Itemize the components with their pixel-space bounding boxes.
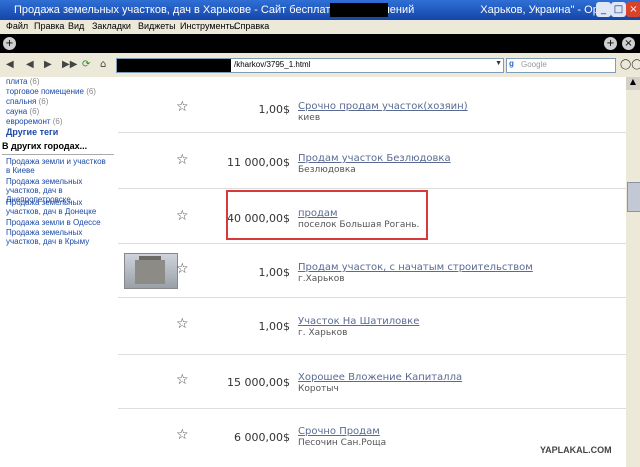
scrollbar[interactable]: ▲: [626, 77, 640, 467]
star-icon[interactable]: ☆: [176, 261, 189, 277]
city-link[interactable]: Продажа земли и участков в Киеве: [6, 157, 112, 175]
listing-price: 15 000,00$: [227, 376, 290, 389]
star-icon[interactable]: ☆: [176, 208, 189, 224]
table-row: ☆ 1,00$ Участок На Шатиловке г. Харьков: [118, 298, 626, 355]
tag-link[interactable]: плита (6): [6, 77, 40, 86]
back-icon[interactable]: ◀: [6, 59, 14, 70]
listing-location: Безлюдовка: [298, 165, 356, 175]
tag-link[interactable]: евроремонт (6): [6, 117, 63, 126]
new-tab-icon[interactable]: +: [3, 37, 16, 50]
listing-title[interactable]: Срочно продам участок(хозяин): [298, 101, 468, 112]
add-tab-icon[interactable]: +: [604, 37, 617, 50]
tag-link[interactable]: сауна (6): [6, 107, 39, 116]
sidebar: плита (6) торговое помещение (6) спальня…: [0, 77, 119, 467]
search-placeholder: Google: [521, 60, 547, 69]
menu-edit[interactable]: Правка: [34, 21, 64, 31]
city-link[interactable]: Продажа земельных участков, дач в Крыму: [6, 228, 112, 246]
forward-icon[interactable]: ◀: [26, 59, 34, 70]
home-icon[interactable]: ⌂: [100, 59, 106, 70]
listing-location: г. Харьков: [298, 328, 348, 338]
table-row: ☆ 1,00$ Срочно продам участок(хозяин) ки…: [118, 80, 626, 133]
scrollbar-thumb[interactable]: [627, 182, 640, 212]
reload-icon[interactable]: ⟳: [82, 59, 90, 70]
search-input[interactable]: g Google: [506, 58, 616, 73]
tag-link[interactable]: торговое помещение (6): [6, 87, 96, 96]
listing-title[interactable]: Продам участок Безлюдовка: [298, 153, 451, 164]
redacted-block: [330, 3, 388, 17]
menu-widgets[interactable]: Виджеты: [138, 21, 176, 31]
menu-bookmarks[interactable]: Закладки: [92, 21, 131, 31]
table-row: ☆ 1,00$ Продам участок, с начатым строит…: [118, 244, 626, 298]
scroll-up-icon[interactable]: ▲: [626, 77, 640, 90]
table-row: ☆ 11 000,00$ Продам участок Безлюдовка Б…: [118, 135, 626, 189]
city-link[interactable]: Продажа земли в Одессе: [6, 218, 112, 227]
city-link[interactable]: Продажа земельных участков, дач в Донецк…: [6, 198, 112, 216]
star-icon[interactable]: ☆: [176, 316, 189, 332]
toolbar: ◀ ◀ ▶ ▶▶ ⟳ ⌂ /kharkov/3795_1.html ▼ g Go…: [0, 53, 640, 78]
glasses-icon[interactable]: ◯◯: [620, 59, 640, 70]
other-cities-heading: В других городах...: [2, 141, 114, 155]
google-icon: g: [509, 59, 514, 68]
listing-location: Коротыч: [298, 384, 339, 394]
window-titlebar: Продажа земельных участков, дач в Харько…: [0, 0, 640, 20]
minimize-button[interactable]: _: [596, 2, 611, 17]
table-row: ☆ 15 000,00$ Хорошее Вложение Капиталла …: [118, 355, 626, 409]
watermark: YAPLAKAL.COM: [540, 445, 612, 455]
close-tab-icon[interactable]: ×: [622, 37, 635, 50]
highlight-box: [226, 190, 428, 240]
listing-price: 6 000,00$: [234, 431, 290, 444]
listing-location: г.Харьков: [298, 274, 345, 284]
listing-price: 1,00$: [258, 266, 291, 279]
listing-title[interactable]: Срочно Продам: [298, 426, 380, 437]
listing-price: 11 000,00$: [227, 156, 290, 169]
star-icon[interactable]: ☆: [176, 152, 189, 168]
address-url: /kharkov/3795_1.html: [234, 60, 311, 69]
menu-view[interactable]: Вид: [68, 21, 84, 31]
fast-forward2-icon[interactable]: ▶▶: [62, 59, 77, 70]
listing-location: Песочин Сан.Роща: [298, 438, 387, 448]
star-icon[interactable]: ☆: [176, 372, 189, 388]
listing-price: 1,00$: [258, 320, 291, 333]
listing-thumbnail[interactable]: [124, 253, 178, 289]
menu-tools[interactable]: Инструменты: [180, 21, 236, 31]
menu-help[interactable]: Справка: [234, 21, 269, 31]
close-button[interactable]: ×: [626, 2, 640, 17]
table-row: ☆ 6 000,00$ Срочно Продам Песочин Сан.Ро…: [118, 410, 626, 467]
redacted-url: [117, 59, 231, 72]
fast-forward-icon[interactable]: ▶: [44, 59, 52, 70]
building-body: [135, 260, 165, 284]
star-icon[interactable]: ☆: [176, 99, 189, 115]
chevron-down-icon[interactable]: ▼: [495, 60, 502, 67]
listing-location: киев: [298, 113, 321, 123]
maximize-button[interactable]: □: [611, 2, 626, 17]
listing-title[interactable]: Продам участок, с начатым строительством: [298, 262, 533, 273]
star-icon[interactable]: ☆: [176, 427, 189, 443]
menu-file[interactable]: Файл: [6, 21, 28, 31]
tag-link[interactable]: спальня (6): [6, 97, 48, 106]
tab-bar: + + ×: [0, 34, 640, 53]
listing-title[interactable]: Участок На Шатиловке: [298, 316, 419, 327]
other-tags-link[interactable]: Другие теги: [6, 127, 58, 137]
listing-title[interactable]: Хорошее Вложение Капиталла: [298, 372, 462, 383]
listing-price: 1,00$: [258, 103, 291, 116]
listings-table: ☆ 1,00$ Срочно продам участок(хозяин) ки…: [118, 77, 626, 467]
address-input[interactable]: /kharkov/3795_1.html ▼: [116, 58, 504, 73]
menu-bar: Файл Правка Вид Закладки Виджеты Инструм…: [0, 20, 640, 34]
window-title: Продажа земельных участков, дач в Харько…: [14, 4, 615, 16]
